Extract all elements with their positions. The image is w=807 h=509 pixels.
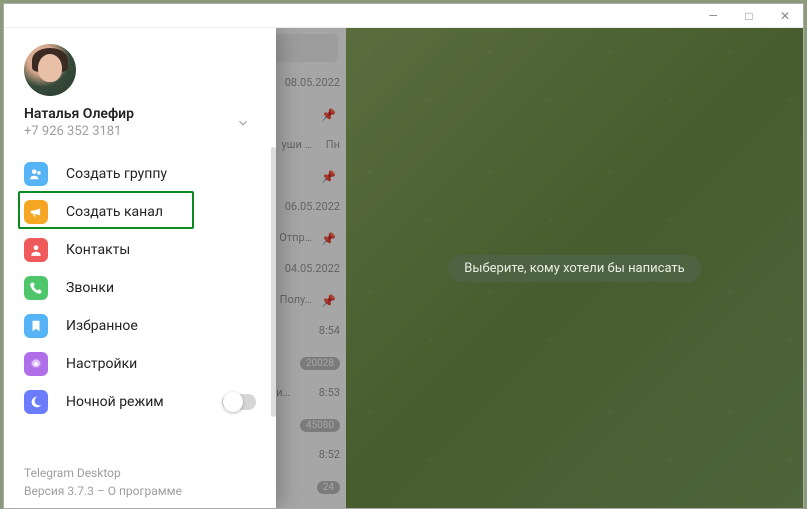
- window-maximize-button[interactable]: □: [731, 4, 767, 28]
- chat-time: 8:54: [319, 324, 340, 337]
- app-name: Telegram Desktop: [24, 464, 256, 482]
- scrollbar[interactable]: [271, 147, 276, 417]
- avatar[interactable]: [24, 44, 76, 96]
- bookmark-icon: [24, 314, 48, 338]
- menu-label: Настройки: [66, 356, 137, 372]
- menu-list: Создать группу Создать канал Контакты: [4, 147, 276, 454]
- chat-snippet: уши …: [281, 138, 312, 151]
- pin-icon: 📌: [321, 232, 336, 246]
- megaphone-icon: [24, 200, 48, 224]
- menu-label: Звонки: [66, 280, 114, 296]
- phone-icon: [24, 276, 48, 300]
- menu-label: Контакты: [66, 242, 130, 258]
- gear-icon: [24, 352, 48, 376]
- app-window: — □ ✕ 08.05.2022 📌 уши … Пн 📌 06.05.2022…: [3, 3, 804, 509]
- chat-snippet: Полу…: [280, 293, 312, 306]
- chat-date: 04.05.2022: [285, 262, 340, 275]
- account-phone: +7 926 352 3181: [24, 124, 134, 139]
- titlebar: — □ ✕: [4, 4, 803, 28]
- chevron-down-icon: [230, 110, 256, 136]
- chat-main-area: Выберите, кому хотели бы написать: [346, 28, 803, 508]
- app-version[interactable]: Версия 3.7.3 – О программе: [24, 482, 256, 500]
- menu-item-new-group[interactable]: Создать группу: [4, 155, 276, 193]
- menu-item-new-channel[interactable]: Создать канал: [4, 193, 276, 231]
- menu-item-settings[interactable]: Настройки: [4, 345, 276, 383]
- pin-icon: 📌: [321, 108, 336, 122]
- menu-label: Создать группу: [66, 166, 167, 182]
- pin-icon: 📌: [321, 294, 336, 308]
- window-close-button[interactable]: ✕: [767, 4, 803, 28]
- menu-label: Избранное: [66, 318, 138, 334]
- menu-item-contacts[interactable]: Контакты: [4, 231, 276, 269]
- unread-badge: 20028: [300, 357, 340, 370]
- account-name: Наталья Олефир: [24, 106, 134, 122]
- group-icon: [24, 162, 48, 186]
- account-switcher[interactable]: Наталья Олефир +7 926 352 3181: [24, 106, 256, 139]
- chat-snippet: Отпр…: [279, 231, 312, 244]
- chat-time: 8:53: [319, 386, 340, 399]
- chat-date: 08.05.2022: [285, 76, 340, 89]
- pin-icon: 📌: [321, 170, 336, 184]
- chat-date: 06.05.2022: [285, 200, 340, 213]
- person-icon: [24, 238, 48, 262]
- menu-item-night-mode[interactable]: Ночной режим: [4, 383, 276, 421]
- unread-badge: 24: [317, 481, 340, 494]
- empty-chat-placeholder: Выберите, кому хотели бы написать: [448, 255, 700, 282]
- profile-section: Наталья Олефир +7 926 352 3181: [4, 28, 276, 147]
- window-minimize-button[interactable]: —: [695, 4, 731, 28]
- drawer-footer: Telegram Desktop Версия 3.7.3 – О програ…: [4, 454, 276, 508]
- night-mode-toggle[interactable]: [222, 394, 256, 410]
- unread-badge: 45080: [300, 419, 340, 432]
- app-body: 08.05.2022 📌 уши … Пн 📌 06.05.2022 Отпр……: [4, 28, 803, 508]
- moon-icon: [24, 390, 48, 414]
- main-menu-drawer: Наталья Олефир +7 926 352 3181 Создать г…: [4, 28, 276, 508]
- menu-label: Ночной режим: [66, 394, 164, 410]
- menu-label: Создать канал: [66, 204, 163, 220]
- chat-time: 8:52: [319, 448, 340, 461]
- menu-item-calls[interactable]: Звонки: [4, 269, 276, 307]
- chat-date: Пн: [326, 138, 340, 151]
- menu-item-saved[interactable]: Избранное: [4, 307, 276, 345]
